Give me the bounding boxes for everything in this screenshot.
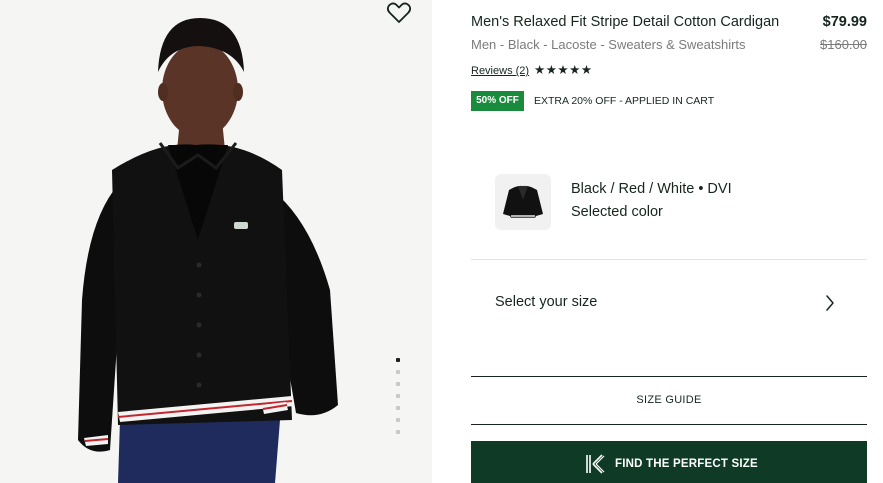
find-perfect-size-label: FIND THE PERFECT SIZE: [615, 458, 758, 470]
wishlist-button[interactable]: [386, 1, 412, 25]
product-breadcrumb: Men - Black - Lacoste - Sweaters & Sweat…: [471, 37, 746, 52]
find-perfect-size-button[interactable]: FIND THE PERFECT SIZE: [471, 441, 867, 483]
gallery-dot[interactable]: [396, 430, 400, 434]
selected-color-label: Selected color: [571, 204, 663, 220]
product-photo: [78, 18, 338, 483]
divider: [471, 259, 867, 260]
size-selector-label: Select your size: [495, 294, 598, 310]
sale-price: $79.99: [822, 14, 867, 30]
gallery-dot[interactable]: [396, 406, 400, 410]
promo-text: EXTRA 20% OFF - APPLIED IN CART: [534, 95, 715, 107]
chevron-right-icon: [826, 295, 834, 311]
gallery-dot[interactable]: [396, 382, 400, 386]
star-rating: ★★★★★: [534, 63, 593, 77]
title-row: Men's Relaxed Fit Stripe Detail Cotton C…: [471, 14, 867, 34]
selected-color-name: Black / Red / White • DVI: [571, 181, 732, 197]
heart-icon: [386, 2, 412, 23]
color-swatch-thumbnail[interactable]: [495, 174, 551, 230]
gallery-dot[interactable]: [396, 418, 400, 422]
original-price: $160.00: [820, 37, 867, 52]
gallery-dot[interactable]: [396, 370, 400, 374]
gallery-pagination: [396, 358, 402, 442]
size-selector[interactable]: Select your size: [471, 278, 867, 328]
product-image-gallery[interactable]: [0, 0, 432, 483]
gallery-dot[interactable]: [396, 394, 400, 398]
reviews-link[interactable]: Reviews (2): [471, 65, 529, 77]
gallery-dot[interactable]: [396, 358, 400, 362]
size-guide-button[interactable]: SIZE GUIDE: [471, 376, 867, 425]
fit-finder-icon: [586, 454, 605, 474]
product-title: Men's Relaxed Fit Stripe Detail Cotton C…: [471, 14, 780, 30]
cardigan-thumbnail-image: [503, 185, 543, 218]
discount-badge: 50% OFF: [471, 91, 524, 111]
